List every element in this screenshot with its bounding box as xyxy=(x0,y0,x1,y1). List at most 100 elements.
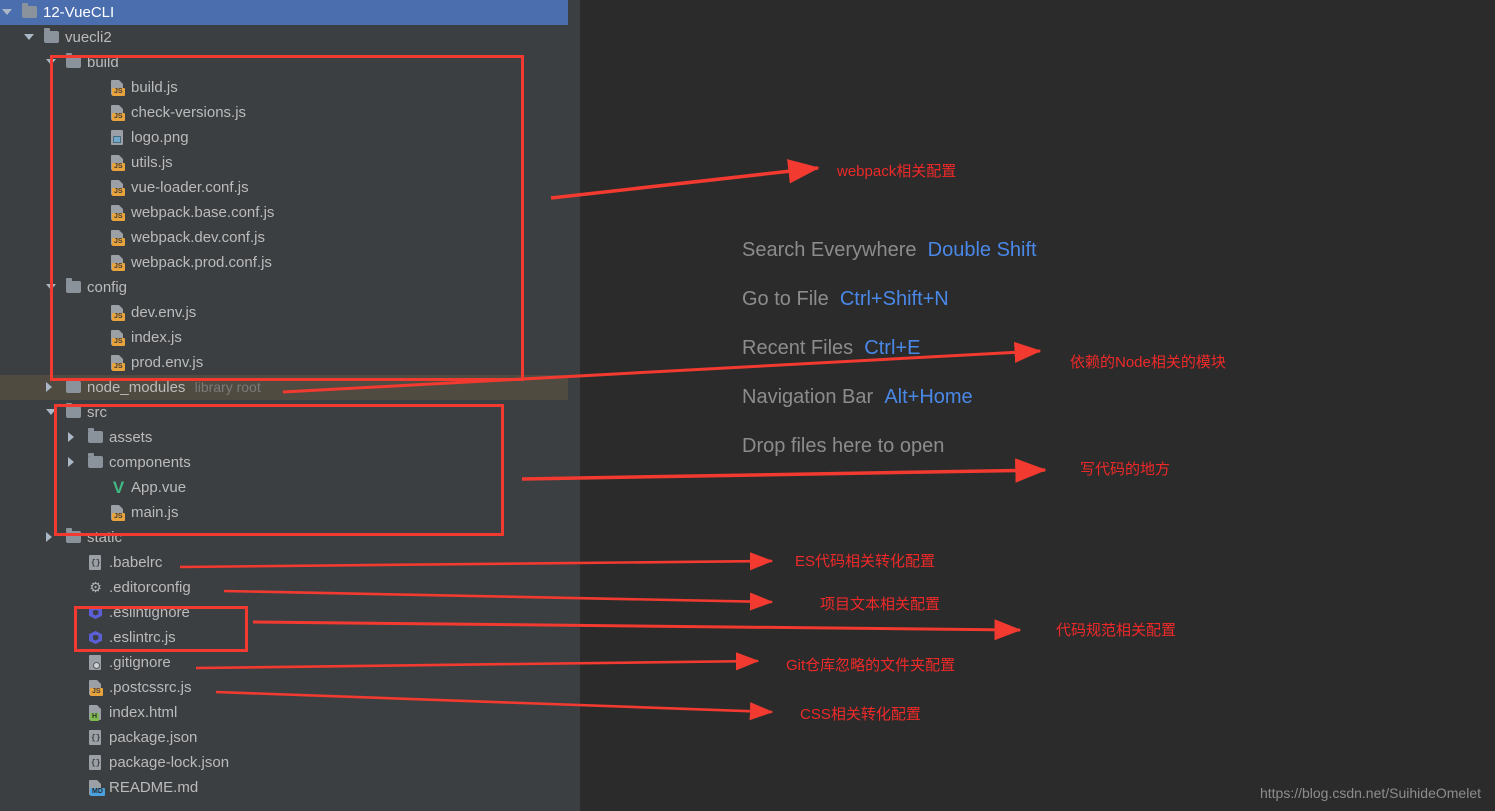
tree-row-label: build xyxy=(87,54,119,71)
editor-hint: Recent Files Ctrl+E xyxy=(742,337,920,360)
folder-icon xyxy=(88,425,105,450)
json-file-icon xyxy=(88,725,105,750)
tree-row[interactable]: JS build.js xyxy=(0,75,568,100)
js-file-icon: JS xyxy=(110,250,127,275)
chevron-right-icon[interactable] xyxy=(46,375,58,400)
editor-hint-shortcut: Ctrl+Shift+N xyxy=(839,288,949,310)
editor-hint: Go to File Ctrl+Shift+N xyxy=(742,288,949,311)
file-tree[interactable]: 12-VueCLI vuecli2 build JS build.js JS check-v… xyxy=(0,0,568,800)
tree-row-label: .babelrc xyxy=(109,554,163,571)
tree-row-label: README.md xyxy=(109,779,199,796)
chevron-right-icon[interactable] xyxy=(46,525,58,550)
tree-row[interactable]: JS webpack.dev.conf.js xyxy=(0,225,568,250)
chevron-right-icon[interactable] xyxy=(68,425,80,450)
tree-row-label: .eslintignore xyxy=(109,604,190,621)
project-tree-panel[interactable]: 12-VueCLI vuecli2 build JS build.js JS check-v… xyxy=(0,0,568,811)
folder-icon xyxy=(66,525,83,550)
tree-row-label: index.html xyxy=(109,704,178,721)
vue-file-icon: V xyxy=(112,478,125,497)
tree-row[interactable]: vuecli2 xyxy=(0,25,568,50)
tree-row[interactable]: static xyxy=(0,525,568,550)
editor-hint: Navigation Bar Alt+Home xyxy=(742,386,973,409)
library-root-tag: library root xyxy=(194,379,261,395)
editor-hint-action: Navigation Bar xyxy=(742,386,874,408)
tree-row-label: package-lock.json xyxy=(109,754,230,771)
tree-row-label: main.js xyxy=(131,504,179,521)
tree-row[interactable]: Hindex.html xyxy=(0,700,568,725)
chevron-down-icon[interactable] xyxy=(46,400,58,425)
tree-row[interactable]: components xyxy=(0,450,568,475)
tree-row[interactable]: JS .postcssrc.js xyxy=(0,675,568,700)
tree-row-label: config xyxy=(87,279,128,296)
tree-row[interactable]: .babelrc xyxy=(0,550,568,575)
editor-hint-action: Recent Files xyxy=(742,337,854,359)
eslint-hexagon-icon xyxy=(88,600,105,625)
tree-row-label: webpack.prod.conf.js xyxy=(131,254,272,271)
tree-row[interactable]: assets xyxy=(0,425,568,450)
tree-row-label: src xyxy=(87,404,107,421)
tree-row-label: .editorconfig xyxy=(109,579,191,596)
tree-row[interactable]: JS prod.env.js xyxy=(0,350,568,375)
editor-empty-state[interactable]: Search Everywhere Double Shift Go to File… xyxy=(580,0,1495,811)
js-file-icon: JS xyxy=(110,175,127,200)
tree-row-label: vue-loader.conf.js xyxy=(131,179,249,196)
tree-row[interactable]: JS vue-loader.conf.js xyxy=(0,175,568,200)
gitignore-file-icon xyxy=(88,650,105,675)
tree-row-label: assets xyxy=(109,429,153,446)
html-file-icon: H xyxy=(88,700,105,725)
tree-row-label: 12-VueCLI xyxy=(43,4,115,21)
tree-row[interactable]: JS check-versions.js xyxy=(0,100,568,125)
editor-hint-shortcut: Alt+Home xyxy=(884,386,973,408)
watermark: https://blog.csdn.net/SuihideOmelet xyxy=(1259,785,1481,801)
chevron-down-icon[interactable] xyxy=(46,275,58,300)
folder-icon xyxy=(66,375,83,400)
tree-row[interactable]: ⚙ .editorconfig xyxy=(0,575,568,600)
tree-row-label: prod.env.js xyxy=(131,354,204,371)
json-file-icon xyxy=(88,750,105,775)
tree-row[interactable]: MD README.md xyxy=(0,775,568,800)
tree-row[interactable]: JS index.js xyxy=(0,325,568,350)
tree-row[interactable]: JS main.js xyxy=(0,500,568,525)
tree-row[interactable]: .eslintignore xyxy=(0,600,568,625)
folder-icon xyxy=(66,50,83,75)
chevron-down-icon[interactable] xyxy=(24,25,36,50)
tree-row[interactable]: logo.png xyxy=(0,125,568,150)
editor-hint-shortcut: Ctrl+E xyxy=(864,337,921,359)
tree-row-label: components xyxy=(109,454,191,471)
tree-row[interactable]: build xyxy=(0,50,568,75)
tree-row-label: .eslintrc.js xyxy=(109,629,176,646)
tree-row[interactable]: src xyxy=(0,400,568,425)
tree-row[interactable]: JS webpack.base.conf.js xyxy=(0,200,568,225)
js-file-icon: JS xyxy=(110,225,127,250)
js-file-icon: JS xyxy=(110,350,127,375)
chevron-down-icon[interactable] xyxy=(2,0,14,25)
tree-row-label: node_modules xyxy=(87,379,186,396)
tree-row[interactable]: JS utils.js xyxy=(0,150,568,175)
editor-hint: Search Everywhere Double Shift xyxy=(742,239,1037,262)
editor-hint: Drop files here to open xyxy=(742,435,944,458)
chevron-right-icon[interactable] xyxy=(68,450,80,475)
tree-row[interactable]: package.json xyxy=(0,725,568,750)
tree-row[interactable]: JS dev.env.js xyxy=(0,300,568,325)
tree-row-label: webpack.base.conf.js xyxy=(131,204,275,221)
gear-icon: ⚙ xyxy=(89,579,102,595)
tree-row[interactable]: V App.vue xyxy=(0,475,568,500)
tree-row[interactable]: JS webpack.prod.conf.js xyxy=(0,250,568,275)
tree-row[interactable]: package-lock.json xyxy=(0,750,568,775)
tree-row-label: index.js xyxy=(131,329,182,346)
folder-icon xyxy=(66,275,83,300)
tree-row[interactable]: node_modules library root xyxy=(0,375,568,400)
js-file-icon: JS xyxy=(110,500,127,525)
editor-hint-action: Drop files here to open xyxy=(742,435,945,457)
chevron-down-icon[interactable] xyxy=(46,50,58,75)
js-file-icon: JS xyxy=(110,200,127,225)
tree-row[interactable]: config xyxy=(0,275,568,300)
tree-row[interactable]: .eslintrc.js xyxy=(0,625,568,650)
js-file-icon: JS xyxy=(110,300,127,325)
image-file-icon xyxy=(110,125,127,150)
tree-row[interactable]: 12-VueCLI xyxy=(0,0,568,25)
tree-row-label: App.vue xyxy=(131,479,187,496)
tree-row[interactable]: .gitignore xyxy=(0,650,568,675)
project-scrollbar-track[interactable] xyxy=(568,0,1147,811)
tree-row-label: webpack.dev.conf.js xyxy=(131,229,265,246)
